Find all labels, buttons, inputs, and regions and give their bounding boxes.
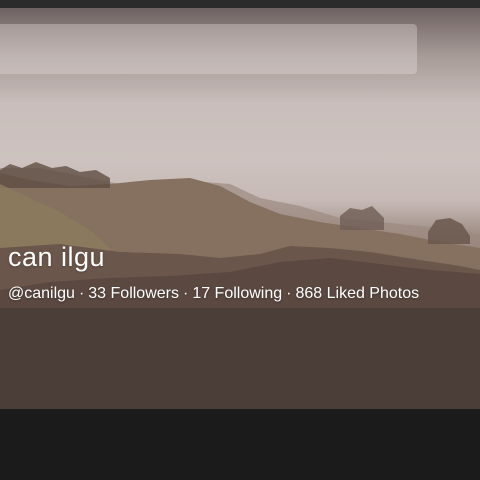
separator: ·: [286, 285, 292, 302]
followers-link[interactable]: 33 Followers: [88, 285, 179, 302]
following-link[interactable]: 17 Following: [192, 285, 282, 302]
profile-name: can ilgu: [8, 242, 106, 272]
profile-cover-photo: can ilgu @canilgu · 33 Followers · 17 Follow…: [0, 8, 480, 409]
separator: ·: [78, 285, 85, 302]
separator: ·: [182, 285, 189, 302]
profile-page: can ilgu @canilgu · 33 Followers · 17 Follow…: [0, 0, 480, 480]
liked-photos-link[interactable]: 868 Liked Photos: [295, 285, 419, 302]
search-bar[interactable]: [0, 24, 417, 74]
content-area: [0, 409, 480, 480]
profile-stats: @canilgu · 33 Followers · 17 Following · 868 L…: [8, 283, 419, 305]
profile-handle[interactable]: @canilgu: [8, 285, 75, 302]
top-edge-bar: [0, 0, 480, 8]
